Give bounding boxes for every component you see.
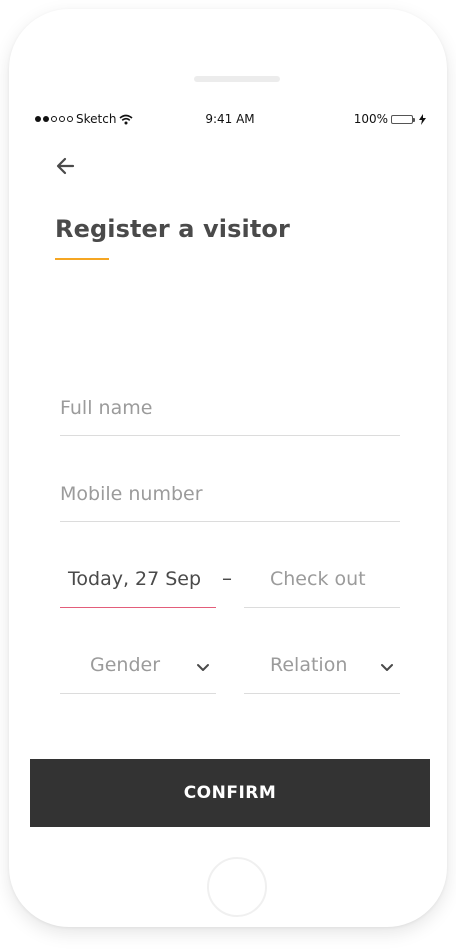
title-underline — [55, 258, 109, 260]
mobile-number-field[interactable]: Mobile number — [60, 483, 400, 522]
chevron-down-icon — [197, 664, 209, 671]
arrow-left-icon[interactable] — [54, 155, 76, 177]
speaker-slot — [194, 76, 280, 82]
full-name-placeholder: Full name — [60, 397, 153, 419]
battery-percent: 100% — [353, 112, 388, 126]
app-screen: Sketch 9:41 AM 100% Register a visitor F… — [30, 107, 430, 827]
mobile-number-placeholder: Mobile number — [60, 483, 203, 505]
gender-select[interactable]: Gender — [60, 654, 216, 694]
relation-placeholder: Relation — [270, 654, 348, 676]
checkin-date-value: Today, 27 Sep — [68, 568, 202, 590]
status-right: 100% — [354, 112, 426, 126]
home-button[interactable] — [207, 857, 267, 917]
relation-select[interactable]: Relation — [244, 654, 400, 694]
full-name-field[interactable]: Full name — [60, 397, 400, 436]
gender-placeholder: Gender — [90, 654, 161, 676]
checkout-placeholder: Check out — [270, 568, 366, 590]
checkin-date-field[interactable]: Today, 27 Sep — [60, 568, 216, 608]
page-title: Register a visitor — [55, 215, 290, 243]
date-range-separator: – — [222, 566, 232, 590]
charging-bolt-icon — [419, 113, 426, 125]
battery-icon — [391, 114, 415, 124]
status-bar: Sketch 9:41 AM 100% — [30, 107, 430, 131]
confirm-button-label: CONFIRM — [183, 783, 277, 803]
checkout-date-field[interactable]: Check out — [244, 568, 400, 608]
confirm-button[interactable]: CONFIRM — [30, 759, 430, 827]
chevron-down-icon — [381, 664, 393, 671]
